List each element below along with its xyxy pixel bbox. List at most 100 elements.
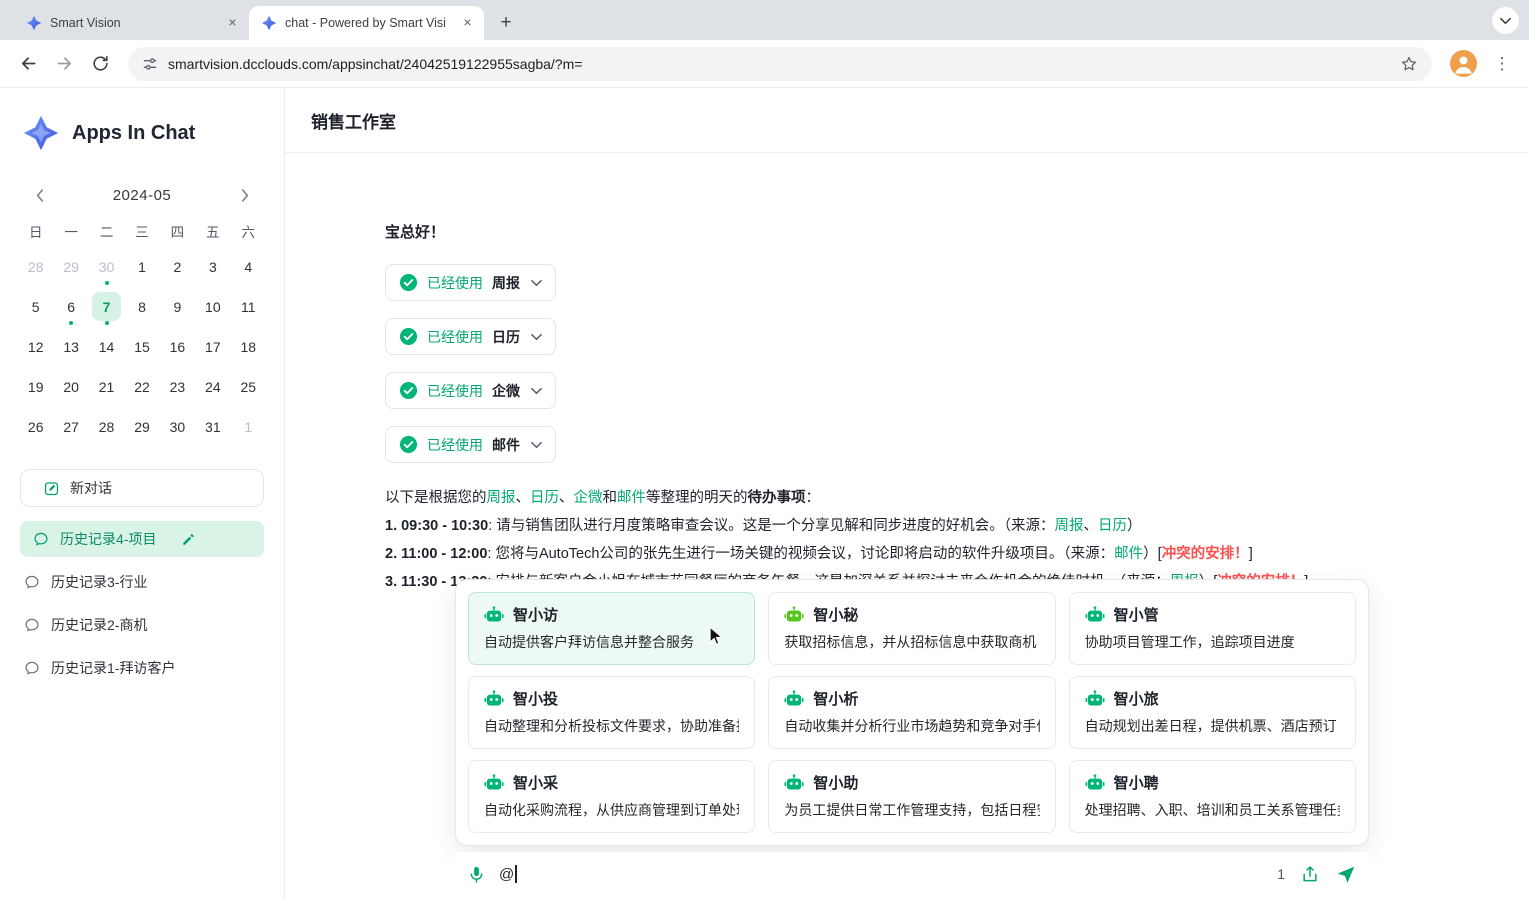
inline-link[interactable]: 周报 [1055, 518, 1084, 534]
calendar-day[interactable]: 28 [18, 250, 53, 283]
inline-link[interactable]: 企微 [574, 490, 603, 506]
tab-close-icon[interactable]: × [459, 15, 476, 32]
calendar-day[interactable]: 30 [89, 250, 124, 283]
bookmark-star-icon[interactable] [1400, 55, 1418, 73]
calendar-day[interactable]: 24 [195, 370, 230, 403]
calendar-day[interactable]: 25 [231, 370, 266, 403]
agent-card-zhixiaofang[interactable]: 智小访 自动提供客户拜访信息并整合服务 [468, 592, 755, 665]
calendar-day[interactable]: 19 [18, 370, 53, 403]
edit-pencil-icon[interactable] [181, 532, 196, 547]
calendar-day[interactable]: 16 [160, 330, 195, 363]
calendar-day[interactable]: 12 [18, 330, 53, 363]
calendar-day[interactable]: 11 [231, 290, 266, 323]
calendar-day[interactable]: 27 [53, 410, 88, 443]
text-segment: 、 [1084, 518, 1099, 534]
agent-description: 自动收集并分析行业市场趋势和竞争对手信息 [784, 716, 1039, 736]
message-counter: 1 [1277, 866, 1285, 882]
calendar-day[interactable]: 6 [53, 290, 88, 323]
calendar-day[interactable]: 17 [195, 330, 230, 363]
calendar-prev-icon[interactable] [28, 184, 50, 206]
check-circle-icon [399, 381, 418, 400]
microphone-icon[interactable] [467, 864, 486, 885]
calendar-day[interactable]: 10 [195, 290, 230, 323]
reload-button[interactable] [84, 48, 116, 80]
calendar-day[interactable]: 13 [53, 330, 88, 363]
calendar-day[interactable]: 29 [53, 250, 88, 283]
inline-link[interactable]: 日历 [1098, 518, 1127, 534]
new-chat-button[interactable]: 新对话 [20, 469, 264, 507]
weekday-label: 五 [195, 218, 230, 248]
tool-wecom[interactable]: 已经使用 企微 [385, 372, 556, 409]
calendar-next-icon[interactable] [234, 184, 256, 206]
calendar-day[interactable]: 7 [89, 290, 124, 323]
history-item-project[interactable]: 历史记录4-项目 [20, 521, 264, 557]
site-settings-icon[interactable] [142, 56, 158, 72]
tab-close-icon[interactable]: × [224, 15, 241, 32]
agent-card-zhixiaoxi[interactable]: 智小析 自动收集并分析行业市场趋势和竞争对手信息 [768, 676, 1055, 749]
calendar-day[interactable]: 1 [124, 250, 159, 283]
tab-chat[interactable]: chat - Powered by Smart Visi × [249, 6, 484, 40]
new-tab-button[interactable]: + [492, 9, 520, 37]
agent-card-zhixiaoguan[interactable]: 智小管 协助项目管理工作，追踪项目进度 [1069, 592, 1356, 665]
agent-card-zhixiaopin[interactable]: 智小聘 处理招聘、入职、培训和员工关系管理任务 [1069, 760, 1356, 833]
history-item-visit[interactable]: 历史记录1-拜访客户 [20, 650, 264, 686]
chevron-down-icon[interactable] [531, 333, 542, 341]
calendar-day[interactable]: 20 [53, 370, 88, 403]
profile-avatar[interactable] [1450, 50, 1477, 77]
calendar-day[interactable]: 9 [160, 290, 195, 323]
agent-card-zhixiaolv[interactable]: 智小旅 自动规划出差日程，提供机票、酒店预订 [1069, 676, 1356, 749]
calendar-day[interactable]: 23 [160, 370, 195, 403]
history-item-opportunity[interactable]: 历史记录2-商机 [20, 607, 264, 643]
back-button[interactable] [12, 48, 44, 80]
calendar-day[interactable]: 29 [124, 410, 159, 443]
calendar-day[interactable]: 31 [195, 410, 230, 443]
agent-card-zhixiaotou[interactable]: 智小投 自动整理和分析投标文件要求，协助准备投标... [468, 676, 755, 749]
text-segment: 冲突的安排！ [1162, 546, 1249, 562]
inline-link[interactable]: 邮件 [617, 490, 646, 506]
agent-card-zhixiaocai[interactable]: 智小采 自动化采购流程，从供应商管理到订单处理 [468, 760, 755, 833]
agent-description: 自动化采购流程，从供应商管理到订单处理 [484, 800, 739, 820]
history-item-industry[interactable]: 历史记录3-行业 [20, 564, 264, 600]
url-bar[interactable]: smartvision.dcclouds.com/appsinchat/2404… [128, 47, 1432, 81]
calendar-day[interactable]: 8 [124, 290, 159, 323]
calendar-day[interactable]: 18 [231, 330, 266, 363]
chevron-down-icon[interactable] [531, 441, 542, 449]
workspace-header: 销售工作室 [285, 88, 1529, 153]
send-icon[interactable] [1335, 863, 1357, 885]
agent-name: 智小析 [813, 688, 858, 709]
url-text[interactable]: smartvision.dcclouds.com/appsinchat/2404… [168, 56, 1390, 72]
calendar-day[interactable]: 30 [160, 410, 195, 443]
tool-email[interactable]: 已经使用 邮件 [385, 426, 556, 463]
todo-item-1: 1. 09:30 - 10:30: 请与销售团队进行月度策略审查会议。这是一个分… [385, 512, 1434, 540]
tool-calendar[interactable]: 已经使用 日历 [385, 318, 556, 355]
tab-search-button[interactable] [1492, 7, 1519, 34]
calendar-day[interactable]: 2 [160, 250, 195, 283]
agent-card-zhixiaomi[interactable]: 智小秘 获取招标信息，并从招标信息中获取商机 [768, 592, 1055, 665]
inline-link[interactable]: 周报 [487, 490, 516, 506]
calendar-day[interactable]: 14 [89, 330, 124, 363]
calendar-day[interactable]: 15 [124, 330, 159, 363]
forward-button[interactable] [48, 48, 80, 80]
browser-menu-icon[interactable]: ⋮ [1487, 49, 1517, 79]
tool-weekly-report[interactable]: 已经使用 周报 [385, 264, 556, 301]
calendar-day[interactable]: 21 [89, 370, 124, 403]
calendar-day[interactable]: 28 [89, 410, 124, 443]
tab-smart-vision[interactable]: Smart Vision × [14, 6, 249, 40]
inline-link[interactable]: 邮件 [1114, 546, 1143, 562]
chevron-down-icon[interactable] [531, 387, 542, 395]
chat-input-bar: @ 1 [455, 852, 1369, 896]
inline-link[interactable]: 日历 [530, 490, 559, 506]
calendar-day[interactable]: 26 [18, 410, 53, 443]
calendar-day[interactable]: 4 [231, 250, 266, 283]
calendar-day[interactable]: 22 [124, 370, 159, 403]
tab-favicon [26, 15, 42, 31]
calendar-day[interactable]: 5 [18, 290, 53, 323]
calendar-day[interactable]: 3 [195, 250, 230, 283]
chat-input[interactable]: @ [499, 865, 517, 883]
chevron-down-icon[interactable] [531, 279, 542, 287]
history-item-label: 历史记录1-拜访客户 [51, 658, 175, 678]
text-segment: ）[ [1143, 546, 1162, 562]
agent-card-zhixiaozhu[interactable]: 智小助 为员工提供日常工作管理支持，包括日程安排 [768, 760, 1055, 833]
calendar-day[interactable]: 1 [231, 410, 266, 443]
upload-icon[interactable] [1300, 864, 1320, 884]
